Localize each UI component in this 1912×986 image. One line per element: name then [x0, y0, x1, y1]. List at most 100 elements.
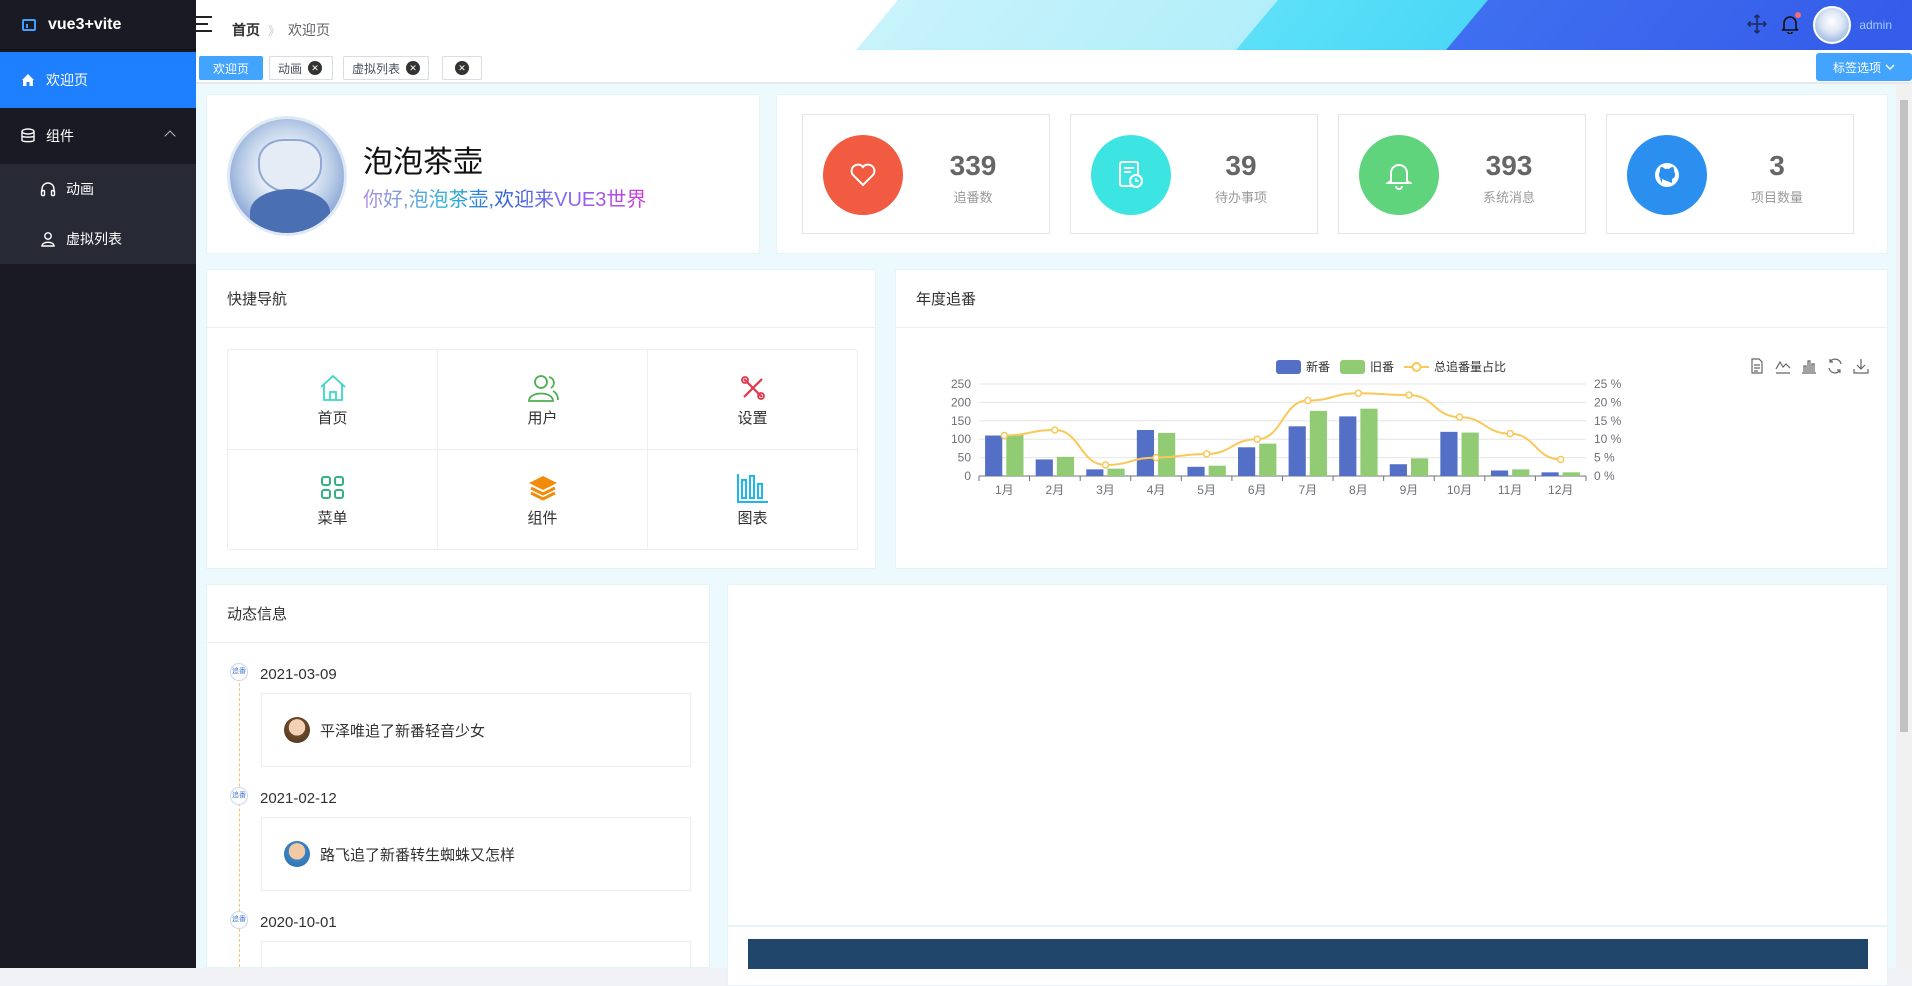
ratio-point — [1354, 389, 1363, 397]
bell-icon[interactable] — [1781, 11, 1802, 37]
username[interactable]: admin — [1859, 18, 1892, 32]
stat-anime-count: 339 追番数 — [802, 114, 1050, 234]
quick-nav-home[interactable]: 首页 — [228, 350, 438, 450]
x-tick-label: 10月 — [1447, 483, 1472, 497]
close-icon[interactable]: ✕ — [406, 61, 420, 75]
menu-toggle-icon[interactable] — [196, 16, 214, 32]
layers-icon — [526, 471, 560, 505]
ratio-point — [1455, 413, 1464, 421]
x-tick-label: 11月 — [1498, 483, 1522, 497]
github-icon — [1627, 135, 1707, 215]
notification-dot — [1795, 11, 1802, 18]
tag-options-button[interactable]: 标签选项 — [1816, 53, 1912, 81]
ratio-point — [1152, 453, 1160, 462]
breadcrumb-current: 欢迎页 — [288, 22, 331, 38]
quick-nav-label: 菜单 — [317, 510, 348, 527]
sidebar-group-components[interactable]: 组件 — [0, 108, 196, 164]
ratio-point — [1202, 450, 1211, 458]
quick-nav-charts[interactable]: 图表 — [648, 450, 858, 550]
y-tick-label: 150 — [951, 414, 971, 428]
profile-card: 泡泡茶壶 你好,泡泡茶壶,欢迎来VUE3世界 — [206, 94, 760, 254]
timeline-date: 2020-10-01 — [260, 914, 337, 931]
sidebar-item-label: 虚拟列表 — [66, 231, 122, 247]
bar-new — [985, 435, 1003, 476]
breadcrumb-separator-icon: 》 — [268, 23, 281, 38]
bar-old — [1461, 432, 1479, 476]
bar-new — [1541, 472, 1559, 476]
chevron-down-icon — [1885, 60, 1895, 74]
quick-nav-menu[interactable]: 菜单 — [228, 450, 438, 550]
close-icon[interactable]: ✕ — [308, 61, 323, 75]
tools-icon — [736, 371, 770, 405]
empty-panel — [727, 584, 1888, 926]
top-navbar: 首页 》 欢迎页 admin — [196, 0, 1912, 50]
user-icon — [526, 371, 560, 405]
quick-nav-user[interactable]: 用户 — [438, 350, 648, 450]
tags-view: 欢迎页 动画 ✕ 虚拟列表 ✕ ✕ 标签选项 — [196, 50, 1912, 83]
sidebar-group-label: 组件 — [46, 128, 74, 144]
x-tick-label: 3月 — [1096, 483, 1115, 497]
bottom-panel — [727, 926, 1888, 986]
quick-nav-card: 快捷导航 首页 用户 设置 菜单 组件 图表 — [206, 269, 876, 569]
sidebar-item-label: 动画 — [66, 181, 94, 197]
profile-name: 泡泡茶壶 — [363, 146, 483, 179]
quick-nav-settings[interactable]: 设置 — [648, 350, 858, 450]
heart-icon — [823, 135, 903, 215]
stat-messages: 393 系统消息 — [1338, 114, 1586, 234]
ratio-point — [1101, 461, 1110, 469]
close-icon[interactable]: ✕ — [455, 61, 469, 75]
sidebar-item-welcome[interactable]: 欢迎页 — [0, 52, 196, 108]
stat-projects: 3 项目数量 — [1606, 114, 1854, 234]
bar-new — [1086, 469, 1104, 476]
sidebar-item-virtual-list[interactable]: 虚拟列表 — [0, 214, 196, 264]
avatar — [284, 717, 310, 743]
bar-new — [1440, 431, 1458, 476]
sidebar: vue3+vite 欢迎页 组件 动画 虚拟列表 — [0, 0, 196, 968]
bar-old — [1259, 443, 1277, 476]
quick-nav-label: 设置 — [737, 410, 768, 427]
bar-old — [1208, 465, 1226, 476]
stat-label: 项目数量 — [1750, 190, 1803, 205]
avatar — [284, 841, 310, 867]
stats-card: 339 追番数 39 待办事项 393 系统消息 3 项目数量 — [776, 94, 1888, 254]
page-scrollbar[interactable] — [1896, 84, 1912, 968]
bell-icon — [1359, 135, 1439, 215]
stat-value: 3 — [1769, 150, 1785, 181]
bar-new — [1288, 426, 1306, 476]
x-tick-label: 8月 — [1349, 483, 1368, 497]
bar-new — [1238, 447, 1256, 476]
tag-welcome[interactable]: 欢迎页 — [199, 56, 263, 80]
tag-empty[interactable]: ✕ — [442, 56, 482, 80]
yearly-chart-card: 年度追番 新番 旧番 总追番量占比 0 50 100 150 200 250 0 % 5 % 1… — [895, 269, 1888, 569]
scrollbar-thumb[interactable] — [1900, 100, 1908, 732]
breadcrumb-home[interactable]: 首页 — [232, 20, 260, 40]
fullscreen-icon[interactable] — [1747, 13, 1767, 37]
x-tick-label: 6月 — [1248, 483, 1267, 497]
home-icon — [316, 371, 350, 405]
main-content: 泡泡茶壶 你好,泡泡茶壶,欢迎来VUE3世界 339 追番数 39 待办事项 3… — [196, 84, 1896, 986]
quick-nav-components[interactable]: 组件 — [438, 450, 648, 550]
timeline-card: 路飞追了新番转生蜘蛛又怎样 — [261, 817, 691, 891]
yearly-anime-chart: 0 50 100 150 200 250 0 % 5 % 10 % 15 % 20 % 25 % 1月 2… — [951, 377, 1622, 497]
activity-title: 动态信息 — [207, 585, 709, 643]
ratio-point — [1051, 426, 1059, 434]
y-tick-label: 250 — [951, 377, 971, 391]
user-avatar[interactable] — [1813, 6, 1852, 44]
tag-label: 虚拟列表 — [352, 61, 401, 76]
quick-nav-label: 图表 — [737, 510, 768, 527]
profile-greeting: 你好,泡泡茶壶,欢迎来VUE3世界 — [363, 183, 646, 212]
home-icon — [20, 72, 36, 88]
quick-nav-title: 快捷导航 — [207, 270, 875, 328]
bar-new — [1490, 470, 1509, 476]
timeline-date: 2021-03-09 — [260, 666, 337, 683]
bar-old — [1056, 456, 1075, 476]
timeline-card — [261, 941, 691, 967]
x-tick-label: 7月 — [1298, 483, 1317, 497]
tag-animation[interactable]: 动画 ✕ — [269, 56, 333, 80]
bar-new — [1136, 430, 1155, 476]
sidebar-item-animation[interactable]: 动画 — [0, 164, 196, 214]
app-logo: vue3+vite — [0, 0, 196, 50]
tag-virtual-list[interactable]: 虚拟列表 ✕ — [343, 56, 429, 80]
chart-icon — [736, 471, 770, 505]
x-tick-label: 2月 — [1046, 483, 1065, 497]
